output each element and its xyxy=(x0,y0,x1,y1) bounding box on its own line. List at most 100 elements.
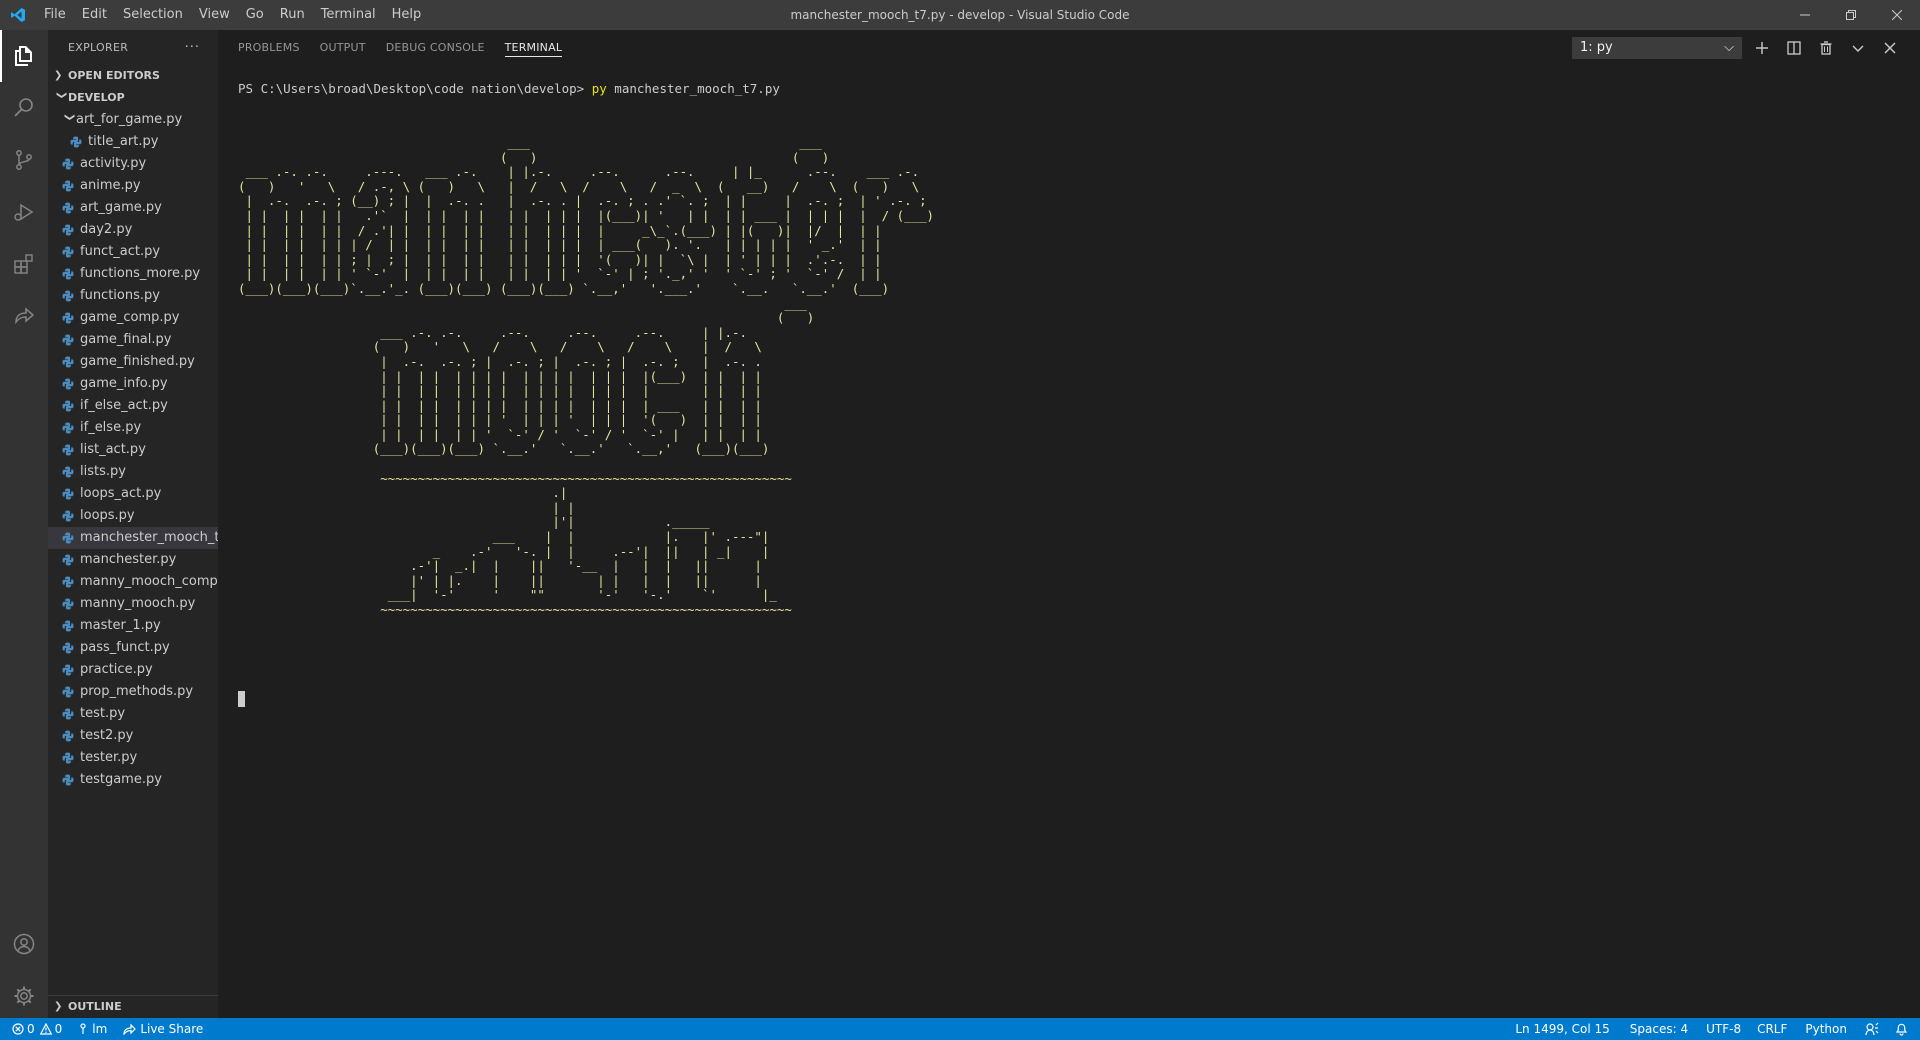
menu-file[interactable]: File xyxy=(36,0,74,30)
outline-section[interactable]: ❯ OUTLINE xyxy=(48,995,224,1018)
file-item[interactable]: game_finished.py xyxy=(48,351,218,373)
file-item[interactable]: manchester.py xyxy=(48,549,218,571)
tab-problems[interactable]: PROBLEMS xyxy=(238,30,300,65)
new-terminal-button[interactable] xyxy=(1750,36,1774,60)
python-file-icon xyxy=(60,288,76,304)
file-item[interactable]: pass_funct.py xyxy=(48,637,218,659)
close-window-button[interactable] xyxy=(1874,0,1920,30)
menu-selection[interactable]: Selection xyxy=(115,0,191,30)
file-label: game_finished.py xyxy=(80,354,195,369)
file-item[interactable]: loops.py xyxy=(48,505,218,527)
file-item[interactable]: manny_mooch_comp.... xyxy=(48,571,218,593)
menu-run[interactable]: Run xyxy=(272,0,313,30)
line-ending[interactable]: CRLF xyxy=(1749,1018,1795,1040)
live-share-status[interactable]: Live Share xyxy=(115,1018,211,1040)
file-item[interactable]: manny_mooch.py xyxy=(48,593,218,615)
warning-count: 0 xyxy=(54,1022,63,1036)
terminal-select[interactable]: 1: py ⌵ xyxy=(1572,37,1742,59)
kill-terminal-button[interactable] xyxy=(1814,36,1838,60)
python-file-icon xyxy=(60,684,76,700)
file-item[interactable]: manchester_mooch_t... xyxy=(48,527,218,549)
file-item[interactable]: title_art.py xyxy=(48,131,218,153)
branch-status[interactable]: lm xyxy=(70,1018,115,1040)
file-item[interactable]: anime.py xyxy=(48,175,218,197)
live-share-view-button[interactable] xyxy=(0,290,48,342)
file-item[interactable]: list_act.py xyxy=(48,439,218,461)
terminal-cursor[interactable] xyxy=(238,691,245,707)
file-item[interactable]: if_else.py xyxy=(48,417,218,439)
file-item[interactable]: art_game.py xyxy=(48,197,218,219)
language-mode[interactable]: Python xyxy=(1795,1018,1857,1040)
tab-debug-console[interactable]: DEBUG CONSOLE xyxy=(386,30,485,65)
gear-icon xyxy=(14,986,34,1006)
python-file-icon xyxy=(60,596,76,612)
account-icon xyxy=(13,933,35,955)
manage-button[interactable] xyxy=(0,970,48,1022)
explorer-header: EXPLORER ··· xyxy=(48,30,218,65)
menu-view[interactable]: View xyxy=(191,0,238,30)
file-label: funct_act.py xyxy=(80,244,161,259)
problems-status[interactable]: 0 0 xyxy=(0,1018,70,1040)
status-bar: 0 0 lm Live Share Ln 1499, Col 15 Spaces… xyxy=(0,1018,1920,1040)
open-editors-section[interactable]: ❯ OPEN EDITORS xyxy=(48,65,218,87)
file-label: game_comp.py xyxy=(80,310,180,325)
indentation[interactable]: Spaces: 4 xyxy=(1620,1018,1698,1040)
python-file-icon xyxy=(60,200,76,216)
menu-go[interactable]: Go xyxy=(238,0,272,30)
file-item[interactable]: game_info.py xyxy=(48,373,218,395)
run-debug-button[interactable] xyxy=(0,186,48,238)
python-file-icon xyxy=(60,178,76,194)
file-item[interactable]: funct_act.py xyxy=(48,241,218,263)
file-item[interactable]: functions_more.py xyxy=(48,263,218,285)
file-item[interactable]: prop_methods.py xyxy=(48,681,218,703)
live-share-icon xyxy=(15,307,35,325)
error-count: 0 xyxy=(27,1022,35,1036)
chevron-down-icon xyxy=(1852,45,1864,52)
file-item[interactable]: testgame.py xyxy=(48,769,218,791)
menu-edit[interactable]: Edit xyxy=(74,0,115,30)
tab-output[interactable]: OUTPUT xyxy=(320,30,366,65)
file-item[interactable]: master_1.py xyxy=(48,615,218,637)
file-item[interactable]: practice.py xyxy=(48,659,218,681)
file-item[interactable]: functions.py xyxy=(48,285,218,307)
folder-label: art_for_game.py xyxy=(76,112,183,127)
close-panel-button[interactable] xyxy=(1878,36,1902,60)
terminal-command-line: PS C:\Users\broad\Desktop\code nation\de… xyxy=(238,81,780,96)
file-label: manchester.py xyxy=(80,552,177,567)
more-actions-button[interactable]: ··· xyxy=(185,40,200,55)
restore-button[interactable] xyxy=(1828,0,1874,30)
file-item[interactable]: day2.py xyxy=(48,219,218,241)
minimize-button[interactable] xyxy=(1782,0,1828,30)
outline-label: OUTLINE xyxy=(68,1000,122,1013)
file-item[interactable]: lists.py xyxy=(48,461,218,483)
file-item[interactable]: if_else_act.py xyxy=(48,395,218,417)
menu-help[interactable]: Help xyxy=(384,0,430,30)
source-control-button[interactable] xyxy=(0,134,48,186)
folder-art-for-game[interactable]: ❯ art_for_game.py xyxy=(48,109,218,131)
explorer-view-button[interactable] xyxy=(0,30,48,82)
terminal-ascii-art: ___ ___ ( ) ( ) ___ .-. .-. .---. ___ .-… xyxy=(238,136,935,617)
file-item[interactable]: game_final.py xyxy=(48,329,218,351)
file-item[interactable]: loops_act.py xyxy=(48,483,218,505)
file-item[interactable]: activity.py xyxy=(48,153,218,175)
extensions-button[interactable] xyxy=(0,238,48,290)
menu-terminal[interactable]: Terminal xyxy=(313,0,384,30)
split-terminal-button[interactable] xyxy=(1782,36,1806,60)
feedback-button[interactable] xyxy=(1857,1018,1887,1040)
maximize-panel-button[interactable] xyxy=(1846,36,1870,60)
file-item[interactable]: tester.py xyxy=(48,747,218,769)
file-item[interactable]: test.py xyxy=(48,703,218,725)
tab-terminal[interactable]: TERMINAL xyxy=(504,30,563,57)
develop-section[interactable]: ❯ DEVELOP xyxy=(48,87,218,109)
cursor-position[interactable]: Ln 1499, Col 15 xyxy=(1505,1018,1619,1040)
file-item[interactable]: test2.py xyxy=(48,725,218,747)
terminal-args: manchester_mooch_t7.py xyxy=(606,81,780,96)
encoding[interactable]: UTF-8 xyxy=(1698,1018,1749,1040)
source-control-icon xyxy=(16,150,32,170)
close-icon xyxy=(1884,42,1896,54)
file-item[interactable]: game_comp.py xyxy=(48,307,218,329)
accounts-button[interactable] xyxy=(0,918,48,970)
notifications-button[interactable] xyxy=(1887,1018,1920,1040)
search-view-button[interactable] xyxy=(0,82,48,134)
file-label: pass_funct.py xyxy=(80,640,170,655)
